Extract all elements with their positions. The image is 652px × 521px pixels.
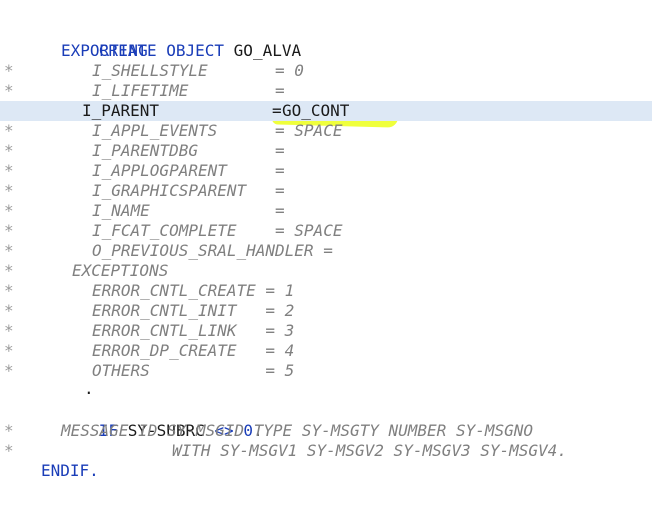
code-line[interactable]: EXPORTING bbox=[0, 41, 652, 61]
param-equals: = bbox=[272, 101, 282, 120]
comment-text: ERROR_CNTL_INIT = 2 bbox=[92, 301, 295, 320]
code-line[interactable]: * I_LIFETIME = bbox=[0, 81, 652, 101]
comment-text: I_FCAT_COMPLETE = SPACE bbox=[92, 221, 343, 240]
code-line[interactable]: * I_APPLOGPARENT = bbox=[0, 161, 652, 181]
comment-marker: * bbox=[4, 361, 14, 380]
code-line[interactable]: . bbox=[0, 379, 652, 399]
comment-text: I_APPLOGPARENT = bbox=[92, 161, 285, 180]
comment-marker: * bbox=[4, 261, 14, 280]
comment-marker: * bbox=[4, 341, 14, 360]
code-line[interactable]: * I_SHELLSTYLE = 0 bbox=[0, 61, 652, 81]
code-line[interactable]: * WITH SY-MSGV1 SY-MSGV2 SY-MSGV3 SY-MSG… bbox=[0, 441, 652, 461]
code-line[interactable]: * I_PARENTDBG = bbox=[0, 141, 652, 161]
comment-marker: * bbox=[4, 201, 14, 220]
comment-marker: * bbox=[4, 441, 14, 460]
comment-text: I_APPL_EVENTS = SPACE bbox=[92, 121, 343, 140]
code-line[interactable]: IF SY-SUBRC <> 0. bbox=[0, 401, 652, 440]
code-line[interactable]: * I_APPL_EVENTS = SPACE bbox=[0, 121, 652, 141]
keyword-endif: ENDIF. bbox=[41, 461, 99, 480]
comment-marker: * bbox=[4, 61, 14, 80]
comment-text: ERROR_DP_CREATE = 4 bbox=[92, 341, 295, 360]
code-editor[interactable]: CREATE OBJECT GO_ALVA EXPORTING * I_SHEL… bbox=[0, 0, 652, 510]
code-line[interactable]: * I_FCAT_COMPLETE = SPACE bbox=[0, 221, 652, 241]
code-line[interactable]: * ERROR_DP_CREATE = 4 bbox=[0, 341, 652, 361]
code-line[interactable]: CREATE OBJECT GO_ALVA bbox=[0, 21, 652, 60]
code-line[interactable]: * ERROR_CNTL_CREATE = 1 bbox=[0, 281, 652, 301]
keyword-exporting: EXPORTING bbox=[61, 41, 148, 60]
comment-marker: * bbox=[4, 281, 14, 300]
comment-text: OTHERS = 5 bbox=[92, 361, 295, 380]
comment-marker: * bbox=[4, 421, 14, 440]
comment-marker: * bbox=[4, 121, 14, 140]
comment-text: MESSAGE ID SY-MSGID TYPE SY-MSGTY NUMBER… bbox=[61, 421, 534, 440]
comment-text: I_NAME = bbox=[92, 201, 285, 220]
code-line[interactable]: * I_NAME = bbox=[0, 201, 652, 221]
comment-text: EXCEPTIONS bbox=[72, 261, 169, 280]
comment-marker: * bbox=[4, 241, 14, 260]
param-value: GO_CONT bbox=[282, 101, 350, 120]
comment-text: WITH SY-MSGV1 SY-MSGV2 SY-MSGV3 SY-MSGV4… bbox=[172, 441, 567, 460]
code-line[interactable]: * OTHERS = 5 bbox=[0, 361, 652, 381]
comment-text: I_SHELLSTYLE = 0 bbox=[92, 61, 304, 80]
code-line[interactable]: * O_PREVIOUS_SRAL_HANDLER = bbox=[0, 241, 652, 261]
code-line[interactable]: * ERROR_CNTL_LINK = 3 bbox=[0, 321, 652, 341]
comment-text: I_LIFETIME = bbox=[92, 81, 285, 100]
statement-period: . bbox=[84, 379, 94, 398]
comment-marker: * bbox=[4, 141, 14, 160]
comment-marker: * bbox=[4, 321, 14, 340]
comment-marker: * bbox=[4, 221, 14, 240]
comment-text: I_GRAPHICSPARENT = bbox=[92, 181, 285, 200]
comment-text: O_PREVIOUS_SRAL_HANDLER = bbox=[92, 241, 333, 260]
comment-marker: * bbox=[4, 161, 14, 180]
comment-text: ERROR_CNTL_LINK = 3 bbox=[92, 321, 295, 340]
comment-text: I_PARENTDBG = bbox=[92, 141, 285, 160]
code-line[interactable]: ENDIF. bbox=[0, 461, 652, 481]
code-line[interactable]: * ERROR_CNTL_INIT = 2 bbox=[0, 301, 652, 321]
code-line[interactable]: * MESSAGE ID SY-MSGID TYPE SY-MSGTY NUMB… bbox=[0, 421, 652, 441]
code-line[interactable]: * EXCEPTIONS bbox=[0, 261, 652, 281]
param-name: I_PARENT bbox=[82, 101, 160, 120]
comment-marker: * bbox=[4, 301, 14, 320]
comment-text: ERROR_CNTL_CREATE = 1 bbox=[92, 281, 295, 300]
code-line[interactable]: * I_GRAPHICSPARENT = bbox=[0, 181, 652, 201]
comment-marker: * bbox=[4, 81, 14, 100]
comment-marker: * bbox=[4, 181, 14, 200]
current-code-line[interactable]: I_PARENT = GO_CONT bbox=[0, 101, 652, 121]
